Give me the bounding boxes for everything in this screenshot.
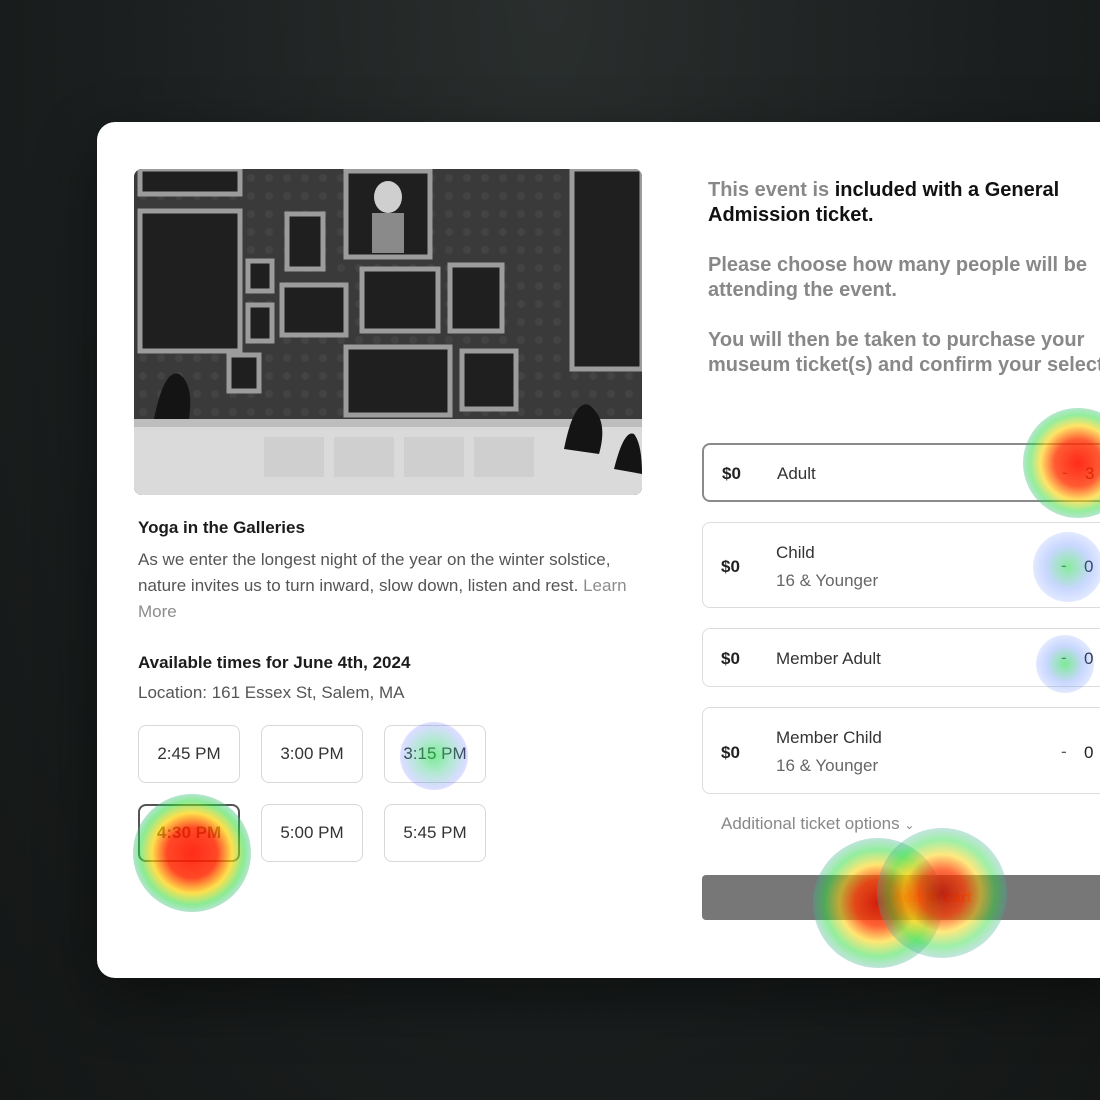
- gallery-photo: [134, 169, 642, 495]
- ticket-subtitle: 16 & Younger: [776, 571, 879, 590]
- info-included: This event is included with a General Ad…: [708, 178, 1100, 228]
- ticket-price: $0: [721, 557, 740, 576]
- decrement-button[interactable]: -: [1061, 556, 1067, 576]
- additional-ticket-options[interactable]: Additional ticket options ⌄: [721, 814, 914, 834]
- time-slot-button[interactable]: 5:45 PM: [384, 804, 486, 862]
- info-purchase-note: You will then be taken to purchase your …: [708, 329, 1100, 376]
- chevron-down-icon: ⌄: [904, 818, 915, 832]
- additional-ticket-options-label: Additional ticket options: [721, 814, 900, 833]
- ticket-price: $0: [721, 649, 740, 668]
- ticket-quantity: 0: [1084, 743, 1094, 762]
- ticket-price: $0: [722, 464, 741, 483]
- info-choose-people: Please choose how many people will be at…: [708, 254, 1088, 301]
- ticket-row-member-adult: $0 Member Adult - 0: [702, 628, 1100, 687]
- add-to-cart-button[interactable]: Add to cart: [702, 875, 1100, 920]
- decrement-button[interactable]: -: [1061, 648, 1067, 668]
- decrement-button[interactable]: -: [1061, 742, 1067, 762]
- ticket-row-adult: $0 Adult - 3: [702, 443, 1100, 502]
- event-location: Location: 161 Essex St, Salem, MA: [138, 683, 405, 702]
- ticket-name: Member Adult: [776, 649, 881, 668]
- decrement-button[interactable]: -: [1062, 463, 1068, 483]
- event-description: As we enter the longest night of the yea…: [138, 547, 628, 625]
- info-included-prefix: This event is: [708, 179, 835, 201]
- time-slot-button-selected[interactable]: 4:30 PM: [138, 804, 240, 862]
- ticket-name: Child: [776, 543, 815, 562]
- time-slot-button[interactable]: 5:00 PM: [261, 804, 363, 862]
- ticket-subtitle: 16 & Younger: [776, 756, 879, 775]
- time-slot-button[interactable]: 3:00 PM: [261, 725, 363, 783]
- ticket-row-child: $0 Child 16 & Younger - 0: [702, 522, 1100, 608]
- time-slot-button[interactable]: 3:15 PM: [384, 725, 486, 783]
- available-times-title: Available times for June 4th, 2024: [138, 653, 411, 672]
- ticket-quantity: 0: [1084, 557, 1094, 576]
- time-slot-button[interactable]: 2:45 PM: [138, 725, 240, 783]
- ticket-quantity: 0: [1084, 649, 1094, 668]
- event-title: Yoga in the Galleries: [138, 518, 305, 537]
- event-description-text: As we enter the longest night of the yea…: [138, 550, 611, 595]
- ticket-price: $0: [721, 743, 740, 762]
- ticket-name: Adult: [777, 464, 816, 483]
- ticket-quantity: 3: [1085, 464, 1095, 483]
- ticket-name: Member Child: [776, 728, 882, 747]
- ticket-row-member-child: $0 Member Child 16 & Younger - 0: [702, 707, 1100, 794]
- ticket-card: Yoga in the Galleries As we enter the lo…: [97, 122, 1100, 978]
